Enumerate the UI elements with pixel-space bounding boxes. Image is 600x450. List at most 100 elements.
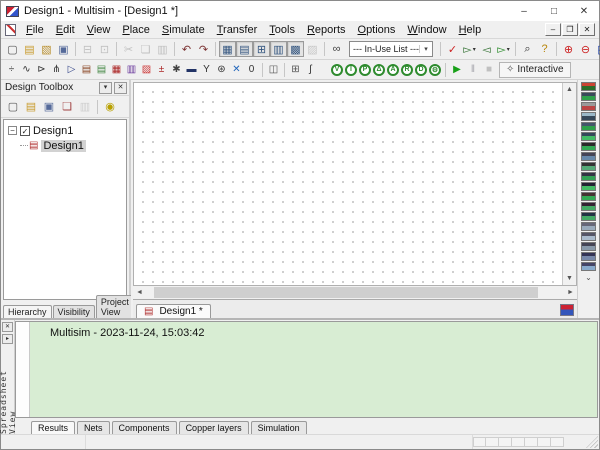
- spectrum-analyzer-button[interactable]: [581, 202, 596, 211]
- hierarchical-block-button[interactable]: ⊞: [288, 62, 303, 78]
- forward-annotate-button[interactable]: ▻▾: [461, 41, 478, 57]
- breadboard-view-icon[interactable]: [560, 304, 574, 316]
- frequency-counter-button[interactable]: [581, 142, 596, 151]
- schematic-canvas[interactable]: [134, 83, 563, 285]
- scroll-up-icon[interactable]: ▲: [563, 83, 576, 96]
- checkbox-icon[interactable]: ✓: [20, 126, 30, 136]
- menu-item[interactable]: File: [20, 23, 50, 37]
- toggle-grapher-button[interactable]: ▥: [270, 41, 287, 57]
- menu-item[interactable]: Window: [401, 23, 452, 37]
- erc-button[interactable]: ✓: [444, 41, 461, 57]
- logic-analyzer-button[interactable]: [581, 172, 596, 181]
- scroll-left-icon[interactable]: ◄: [133, 289, 146, 296]
- place-bus-button[interactable]: ʃ: [303, 62, 318, 78]
- redo-button[interactable]: ↷: [195, 41, 212, 57]
- close-design-button[interactable]: ❏: [58, 99, 76, 115]
- menu-item[interactable]: Place: [116, 23, 156, 37]
- menu-item[interactable]: View: [81, 23, 117, 37]
- new-design-button[interactable]: ▢: [4, 99, 22, 115]
- scroll-down-icon[interactable]: ▼: [563, 272, 576, 285]
- database-manager-button[interactable]: ∞: [328, 41, 345, 57]
- network-analyzer-button[interactable]: [581, 212, 596, 221]
- iv-analyzer-button[interactable]: [581, 182, 596, 191]
- toggle-design-toolbox-button[interactable]: ▦: [219, 41, 236, 57]
- place-ni-component-button[interactable]: ✕: [229, 62, 244, 78]
- pause-simulation-button[interactable]: ‖: [465, 62, 481, 77]
- place-source-button[interactable]: ÷: [4, 62, 19, 78]
- scroll-right-icon[interactable]: ►: [564, 289, 577, 296]
- zoom-out-button[interactable]: ⊖: [577, 41, 594, 57]
- place-rf-button[interactable]: Y: [199, 62, 214, 78]
- toolbox-close-button[interactable]: ✕: [114, 82, 127, 94]
- scrollbar-thumb[interactable]: [154, 287, 538, 298]
- agilent-oscilloscope-button[interactable]: [581, 242, 596, 251]
- undo-button[interactable]: ↶: [178, 41, 195, 57]
- toolbox-autohide-button[interactable]: ▾: [99, 82, 112, 94]
- menu-item[interactable]: Help: [453, 23, 488, 37]
- resize-grip[interactable]: [586, 436, 598, 448]
- in-use-list-combo[interactable]: --- In-Use List --- ▾: [349, 41, 433, 57]
- instruments-overflow-chevron[interactable]: ⌄: [585, 273, 592, 282]
- digital-probe-button[interactable]: D: [415, 64, 427, 76]
- place-mcu-button[interactable]: ◫: [266, 62, 281, 78]
- design-options-button[interactable]: ◉: [101, 99, 119, 115]
- place-indicator-button[interactable]: ▨: [139, 62, 154, 78]
- run-simulation-button[interactable]: ▶: [449, 62, 465, 77]
- vertical-scrollbar[interactable]: ▲ ▼: [563, 83, 576, 285]
- menu-item[interactable]: Simulate: [156, 23, 211, 37]
- probe-settings-button[interactable]: ⚙: [429, 64, 441, 76]
- place-ttl-button[interactable]: ▤: [79, 62, 94, 78]
- oscilloscope-button[interactable]: [581, 112, 596, 121]
- mdi-close-button[interactable]: ✕: [579, 23, 595, 36]
- copy-button[interactable]: ❏: [137, 41, 154, 57]
- place-power-button[interactable]: ±: [154, 62, 169, 78]
- mdi-minimize-button[interactable]: –: [545, 23, 561, 36]
- dropdown-arrow-icon[interactable]: ▾: [473, 46, 476, 53]
- dropdown-arrow-icon[interactable]: ▾: [507, 46, 510, 53]
- minimize-button[interactable]: –: [509, 1, 539, 21]
- close-button[interactable]: ✕: [569, 1, 599, 21]
- differential-voltage-probe-button[interactable]: Δ: [373, 64, 385, 76]
- bode-plotter-button[interactable]: [581, 132, 596, 141]
- logic-converter-button[interactable]: [581, 162, 596, 171]
- place-basic-button[interactable]: ∿: [19, 62, 34, 78]
- zoom-in-button[interactable]: ⊕: [560, 41, 577, 57]
- mdi-restore-button[interactable]: ❐: [562, 23, 578, 36]
- place-transistor-button[interactable]: ⋔: [49, 62, 64, 78]
- toggle-spice-netlist-viewer-button[interactable]: ⊞: [253, 41, 270, 57]
- function-generator-button[interactable]: [581, 92, 596, 101]
- open-sample-button[interactable]: ▧: [38, 41, 55, 57]
- reference-probe-button[interactable]: R: [401, 64, 413, 76]
- multimeter-button[interactable]: [581, 82, 596, 91]
- agilent-function-generator-button[interactable]: [581, 222, 596, 231]
- current-probe-button[interactable]: I: [345, 64, 357, 76]
- find-button[interactable]: ⌕: [519, 41, 536, 57]
- place-diode-button[interactable]: ⊳: [34, 62, 49, 78]
- open-design-button[interactable]: ▤: [22, 99, 40, 115]
- toggle-description-box-button[interactable]: ▩: [287, 41, 304, 57]
- new-button[interactable]: ▢: [4, 41, 21, 57]
- paste-button[interactable]: ▥: [154, 41, 171, 57]
- distortion-analyzer-button[interactable]: [581, 192, 596, 201]
- menu-item[interactable]: Tools: [263, 23, 301, 37]
- spreadsheet-close-button[interactable]: ✕: [2, 322, 13, 332]
- place-advanced-peripherals-button[interactable]: ▬: [184, 62, 199, 78]
- tree-node-design-sheet[interactable]: ▤ Design1: [6, 138, 124, 153]
- menu-item[interactable]: Edit: [50, 23, 81, 37]
- tree-node-design-root[interactable]: − ✓ Design1: [6, 123, 124, 138]
- power-probe-button[interactable]: P: [359, 64, 371, 76]
- four-channel-oscilloscope-button[interactable]: [581, 122, 596, 131]
- cut-button[interactable]: ✂: [120, 41, 137, 57]
- spreadsheet-expand-button[interactable]: ▸: [2, 334, 13, 344]
- stop-simulation-button[interactable]: ■: [481, 62, 497, 77]
- tektronix-oscilloscope-button[interactable]: [581, 252, 596, 261]
- zoom-area-button[interactable]: ◱: [594, 41, 600, 57]
- toggle-spreadsheet-view-button[interactable]: ▤: [236, 41, 253, 57]
- save-all-button[interactable]: ▥: [76, 99, 94, 115]
- place-connector-button[interactable]: 0: [244, 62, 259, 78]
- toggle-breadboard-button[interactable]: ▨: [304, 41, 321, 57]
- save-button[interactable]: ▣: [55, 41, 72, 57]
- document-icon[interactable]: [5, 24, 16, 36]
- place-electromechanical-button[interactable]: ⊛: [214, 62, 229, 78]
- place-misc-digital-button[interactable]: ▦: [109, 62, 124, 78]
